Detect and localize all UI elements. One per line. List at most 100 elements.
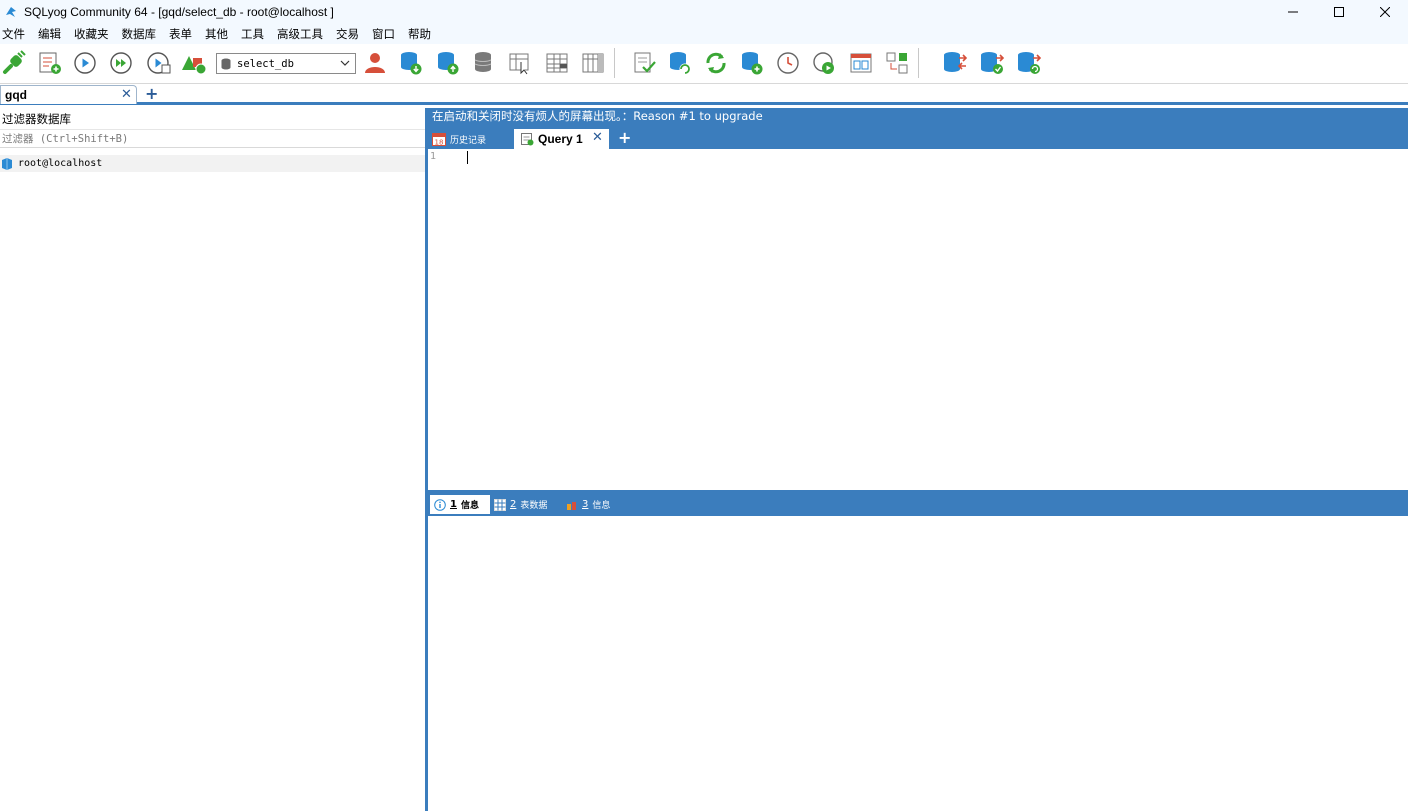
menu-tools[interactable]: 工具 <box>241 26 264 42</box>
query-area: 在启动和关闭时没有烦人的屏幕出现。：Reason #1 to upgrade 1… <box>428 108 1408 811</box>
database-transfer-check-icon <box>981 52 1005 74</box>
clock-play-icon <box>813 52 834 74</box>
result-tab-label: 信息 <box>592 501 611 511</box>
table-edit-button[interactable] <box>506 49 534 77</box>
import-data-button[interactable] <box>738 49 766 77</box>
backup-database-button[interactable] <box>397 49 425 77</box>
toolbar-separator <box>918 48 919 78</box>
tab-query-1[interactable]: Query 1 ✕ <box>514 129 609 149</box>
restore-database-button[interactable] <box>434 49 462 77</box>
menu-transaction[interactable]: 交易 <box>336 26 359 42</box>
play-icon <box>74 52 96 74</box>
minimize-button[interactable] <box>1270 0 1316 24</box>
table-structure-button[interactable] <box>579 49 607 77</box>
scheduler-button[interactable] <box>774 49 802 77</box>
database-download-icon <box>401 52 422 75</box>
result-tab-strip: 1 信息 2 表数据 3 信息 <box>428 493 1408 516</box>
execute-query-button[interactable] <box>71 49 99 77</box>
menu-file[interactable]: 文件 <box>2 26 25 42</box>
refresh-button[interactable] <box>702 49 730 77</box>
database-transfer-icon <box>944 52 968 72</box>
schema-compare-button[interactable] <box>847 49 875 77</box>
shapes-icon <box>182 56 207 75</box>
result-tab-label: 表数据 <box>520 501 548 511</box>
result-tab-label: 信息 <box>460 501 479 511</box>
diff-button[interactable] <box>883 49 911 77</box>
menu-window[interactable]: 窗口 <box>372 26 395 42</box>
sql-editor[interactable]: 1 <box>428 149 1408 490</box>
line-number: 1 <box>430 151 437 162</box>
window-title: SQLyog Community 64 - [gqd/select_db - r… <box>24 5 334 19</box>
add-query-tab-icon[interactable]: + <box>618 128 631 147</box>
calendar-icon: 18 <box>432 133 446 146</box>
result-pane[interactable] <box>428 516 1408 811</box>
table-data-button[interactable] <box>543 49 571 77</box>
menu-favorites[interactable]: 收藏夹 <box>74 26 109 42</box>
maximize-button[interactable] <box>1316 0 1362 24</box>
copy-database-refresh-button[interactable] <box>1015 49 1043 77</box>
tab-query-label: Query 1 <box>538 132 583 146</box>
tab-history[interactable]: 18 历史记录 <box>432 130 486 148</box>
new-connection-button[interactable] <box>0 49 28 77</box>
result-tab-info[interactable]: 3 信息 <box>566 495 610 514</box>
connection-tab-gqd[interactable]: gqd ✕ <box>0 85 137 104</box>
query-tab-strip: 18 历史记录 Query 1 ✕ + <box>428 128 1408 149</box>
close-icon <box>1380 7 1390 17</box>
window-controls <box>1270 0 1408 24</box>
object-browser-panel: 过滤器数据库 root@localhost <box>0 108 425 811</box>
table-columns-icon <box>582 53 604 73</box>
plug-connect-icon <box>3 50 26 74</box>
fast-forward-icon <box>110 52 132 74</box>
object-browser-title: 过滤器数据库 <box>2 112 71 126</box>
close-button[interactable] <box>1362 0 1408 24</box>
refresh-icon <box>706 52 726 74</box>
data-sync-button[interactable] <box>666 49 694 77</box>
database-gray-button[interactable] <box>470 49 498 77</box>
close-tab-icon[interactable]: ✕ <box>121 87 132 102</box>
result-tab-table-data[interactable]: 2 表数据 <box>494 495 547 514</box>
toolbar-separator <box>614 48 615 78</box>
copy-database-button[interactable] <box>941 49 969 77</box>
compare-icon <box>886 52 908 74</box>
result-tab-number: 3 <box>582 499 589 510</box>
copy-database-check-button[interactable] <box>978 49 1006 77</box>
menu-advanced-tools[interactable]: 高级工具 <box>277 26 323 42</box>
minimize-icon <box>1288 11 1298 13</box>
info-icon <box>434 498 446 511</box>
database-gray-icon <box>474 52 492 72</box>
database-small-icon <box>221 58 231 69</box>
menu-edit[interactable]: 编辑 <box>38 26 61 42</box>
menu-other[interactable]: 其他 <box>205 26 228 42</box>
menu-database[interactable]: 数据库 <box>122 26 157 42</box>
connection-tab-strip: gqd ✕ + <box>0 84 1408 105</box>
table-grid-icon <box>546 53 568 73</box>
execute-edit-button[interactable] <box>145 49 173 77</box>
result-tab-number: 2 <box>510 499 517 510</box>
result-tab-messages[interactable]: 1 信息 <box>430 495 490 514</box>
tab-history-label: 历史记录 <box>450 135 487 146</box>
table-icon <box>494 498 506 511</box>
schema-sync-button[interactable] <box>630 49 658 77</box>
schema-designer-button[interactable] <box>180 49 208 77</box>
new-query-button[interactable] <box>36 49 64 77</box>
add-connection-tab-icon[interactable]: + <box>145 84 158 103</box>
database-plus-icon <box>742 52 763 75</box>
text-cursor <box>467 151 468 164</box>
execute-all-button[interactable] <box>107 49 135 77</box>
play-grid-icon <box>147 52 171 74</box>
window-layout-icon <box>850 53 872 73</box>
close-query-tab-icon[interactable]: ✕ <box>592 130 603 145</box>
upgrade-banner[interactable]: 在启动和关闭时没有烦人的屏幕出现。：Reason #1 to upgrade <box>428 108 1408 128</box>
menu-help[interactable]: 帮助 <box>408 26 431 42</box>
menu-table[interactable]: 表单 <box>169 26 192 42</box>
tree-item-connection[interactable]: root@localhost <box>0 155 425 172</box>
user-manager-button[interactable] <box>361 49 389 77</box>
database-transfer-refresh-icon <box>1018 52 1042 74</box>
sqlyog-logo-icon <box>6 7 16 17</box>
query-builder-button[interactable] <box>810 49 838 77</box>
database-select[interactable]: select_db <box>216 53 356 74</box>
user-icon <box>365 53 385 73</box>
server-connection-icon <box>2 157 12 170</box>
chart-bars-icon <box>567 501 576 510</box>
database-filter-input[interactable] <box>0 129 425 148</box>
